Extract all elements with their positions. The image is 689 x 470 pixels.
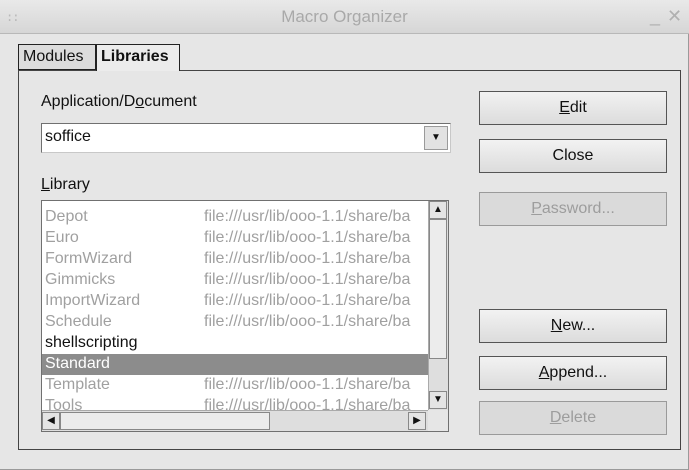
tab-libraries-label: Libraries	[101, 48, 169, 65]
list-item[interactable]: Depot file:///usr/lib/ooo-1.1/share/ba	[42, 207, 428, 228]
scrollbar-corner	[428, 410, 448, 431]
password-button[interactable]: Password...	[479, 192, 667, 226]
vertical-scroll-thumb[interactable]	[429, 219, 447, 359]
vertical-scrollbar[interactable]: ▲ ▼	[428, 201, 448, 411]
close-window-icon[interactable]: ✕	[667, 6, 682, 27]
tab-modules-label: Modules	[23, 48, 84, 65]
scroll-right-icon[interactable]: ▶	[408, 412, 426, 430]
title-bar[interactable]: :: Macro Organizer _ ✕	[0, 0, 689, 34]
close-button[interactable]: Close	[479, 139, 667, 173]
application-document-label: Application/Document	[41, 93, 197, 110]
macro-organizer-window: :: Macro Organizer _ ✕ Modules Libraries…	[0, 0, 689, 470]
library-list[interactable]: Depot file:///usr/lib/ooo-1.1/share/ba Eu…	[41, 200, 449, 432]
horizontal-scroll-thumb[interactable]	[60, 412, 270, 430]
scroll-left-icon[interactable]: ◀	[42, 412, 60, 430]
list-item[interactable]: ImportWizard file:///usr/lib/ooo-1.1/shar…	[42, 291, 428, 312]
new-button[interactable]: New...	[479, 309, 667, 343]
append-button[interactable]: Append...	[479, 356, 667, 390]
list-item[interactable]: Euro file:///usr/lib/ooo-1.1/share/ba	[42, 228, 428, 249]
application-document-select[interactable]: soffice ▼	[41, 123, 451, 153]
list-item[interactable]: FormWizard file:///usr/lib/ooo-1.1/share/…	[42, 249, 428, 270]
scroll-down-icon[interactable]: ▼	[429, 391, 447, 409]
list-item[interactable]: shellscripting	[42, 333, 428, 354]
library-label: Library	[41, 176, 90, 193]
dropdown-arrow-icon[interactable]: ▼	[424, 126, 448, 150]
horizontal-scrollbar[interactable]: ◀ ▶	[42, 410, 428, 431]
list-item[interactable]: Gimmicks file:///usr/lib/ooo-1.1/share/ba	[42, 270, 428, 291]
scroll-up-icon[interactable]: ▲	[429, 201, 447, 219]
list-item[interactable]: Schedule file:///usr/lib/ooo-1.1/share/ba	[42, 312, 428, 333]
application-document-value: soffice	[45, 128, 91, 145]
list-item[interactable]: Template file:///usr/lib/ooo-1.1/share/ba	[42, 375, 428, 396]
list-item-selected[interactable]: Standard	[42, 354, 428, 375]
libraries-panel: Application/Document soffice ▼ Library D…	[18, 70, 681, 450]
window-title: Macro Organizer	[281, 7, 408, 26]
delete-button[interactable]: Delete	[479, 401, 667, 435]
tab-libraries[interactable]: Libraries	[96, 44, 180, 71]
tab-modules[interactable]: Modules	[18, 44, 96, 70]
edit-button[interactable]: Edit	[479, 91, 667, 125]
minimize-icon[interactable]: _	[650, 6, 660, 27]
